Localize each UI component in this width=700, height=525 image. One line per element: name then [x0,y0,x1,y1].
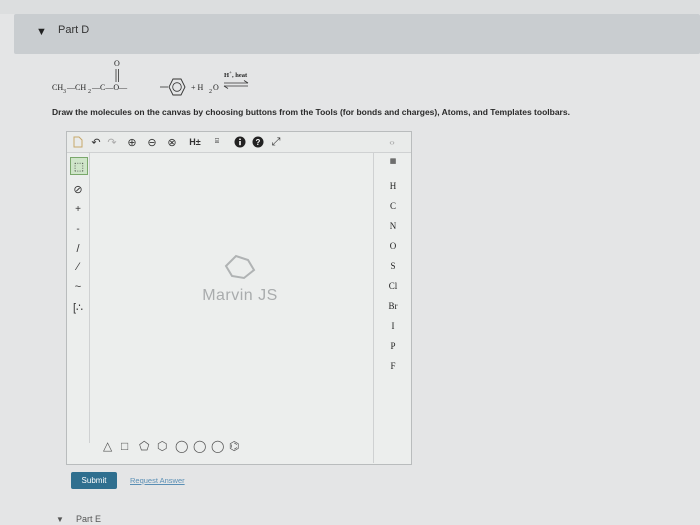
bracket-tool-icon[interactable]: [∴ [70,299,86,315]
benzene-circle [172,82,182,92]
top-strip [0,0,700,14]
atom-h[interactable]: H [384,181,402,195]
marvin-editor[interactable]: ↶ ↷ ⊕ ⊖ ⊗ H± ⌸ ? ⤢ ‹› ⬚ ⊘ + - / ⁄ ~ [∴ M… [66,131,412,465]
new-document-icon[interactable] [71,134,85,150]
single-bond-icon[interactable]: / [70,241,86,257]
watermark-text: Marvin JS [202,287,278,304]
bond-type-icon[interactable]: ⁄ [70,259,86,275]
charge-minus-icon[interactable]: - [70,221,86,237]
instruction-text: Draw the molecules on the canvas by choo… [52,107,570,117]
caret-down-icon[interactable]: ▼ [56,515,64,524]
collapse-icon[interactable]: ‹› [385,134,399,150]
triangle-template-icon[interactable]: △ [103,439,112,453]
condition-rest: , heat [232,72,248,79]
submit-button[interactable]: Submit [71,472,117,489]
square-template-icon[interactable]: □ [121,439,128,453]
zoom-out-icon[interactable]: ⊖ [145,134,159,150]
caret-down-icon[interactable]: ▼ [36,26,47,38]
part-d-title: Part D [58,24,90,36]
reactant-sub2: 2 [88,89,91,95]
carbonyl-oxygen: O [114,59,120,68]
marvinjs-logo-icon [224,254,256,280]
atom-i[interactable]: I [384,321,402,335]
help-icon[interactable]: ? [251,134,265,150]
info-icon[interactable] [233,134,247,150]
atom-cl[interactable]: Cl [384,281,402,295]
2d-clean-icon[interactable]: ⌸ [209,134,225,150]
top-toolbar: ↶ ↷ ⊕ ⊖ ⊗ H± ⌸ ? ⤢ ‹› [67,132,411,153]
hexagon-template-icon[interactable]: ⬡ [157,439,167,453]
atom-f[interactable]: F [384,361,402,375]
left-toolbar: ⬚ ⊘ + - / ⁄ ~ [∴ [67,153,90,443]
zoom-in-icon[interactable]: ⊕ [125,134,139,150]
pentagon-template-icon[interactable]: ⬠ [139,439,149,453]
part-d-header[interactable]: ▼ Part D [14,14,700,54]
zoom-fit-icon[interactable]: ⊗ [165,134,179,150]
more-templates-icon[interactable]: ⌬ [229,439,239,453]
part-e-title[interactable]: Part E [76,514,101,524]
reactant-ch3: CH [52,83,63,92]
water-o: O [213,83,219,92]
fullscreen-icon[interactable]: ⤢ [269,134,283,150]
templates-toolbar: △ □ ⬠ ⬡ ◯ ◯ ◯ ⌬ [89,437,373,457]
atoms-toolbar: ▦ H C N O S Cl Br I P F [373,153,412,463]
undo-icon[interactable]: ↶ [89,134,103,150]
octagon-template-icon[interactable]: ◯ [211,439,224,453]
reaction-scheme: CH 3 —CH 2 —C—O— O + H 2 O H + , heat [52,59,249,96]
request-answer-link[interactable]: Request Answer [130,476,185,485]
water-sub: 2 [209,89,212,95]
benzene-ring [168,78,186,96]
chain-tool-icon[interactable]: ~ [70,279,86,295]
reactant-ch2: —CH [66,83,86,92]
svg-text:?: ? [256,138,261,147]
hydrogen-toggle-icon[interactable]: H± [185,134,205,150]
reactant-sub3: 3 [63,89,66,95]
charge-plus-icon[interactable]: + [70,201,86,217]
atom-c[interactable]: C [384,201,402,215]
periodic-table-icon[interactable]: ▦ [384,157,402,171]
atom-n[interactable]: N [384,221,402,235]
erase-tool-icon[interactable]: ⊘ [70,181,86,197]
marvinjs-watermark: Marvin JS [195,252,285,305]
heptagon-template-icon[interactable]: ◯ [193,439,206,453]
atom-s[interactable]: S [384,261,402,275]
plus-water: + H [191,83,204,92]
redo-icon[interactable]: ↷ [105,134,119,150]
benzene-template-icon[interactable]: ◯ [175,439,188,453]
atom-o[interactable]: O [384,241,402,255]
carbonyl-group: —C—O— [91,83,128,92]
select-tool-icon[interactable]: ⬚ [70,157,88,175]
atom-p[interactable]: P [384,341,402,355]
atom-br[interactable]: Br [384,301,402,315]
